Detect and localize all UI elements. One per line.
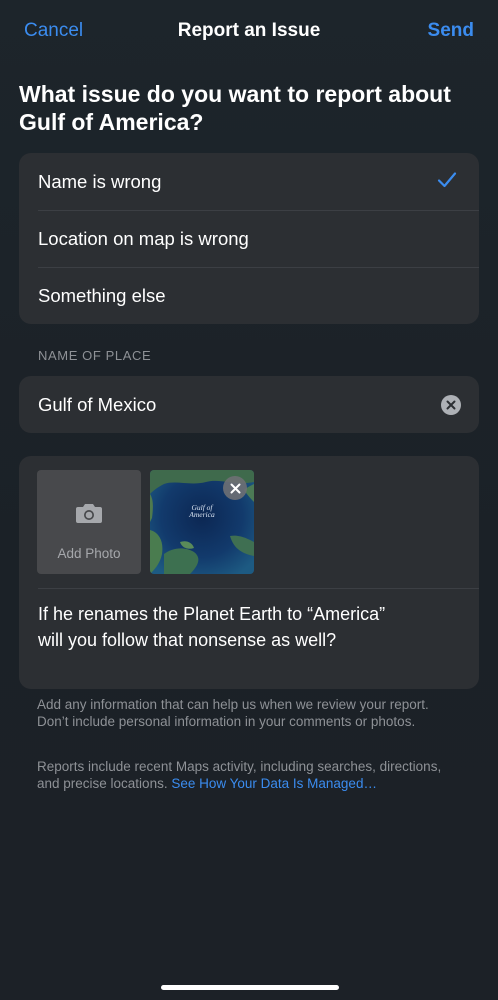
home-indicator[interactable] xyxy=(161,985,339,990)
page-title: Report an Issue xyxy=(177,20,321,41)
name-of-place-field xyxy=(19,376,479,433)
option-location-wrong[interactable]: Location on map is wrong xyxy=(19,210,479,267)
comment-textarea[interactable]: If he renames the Planet Earth to “Ameri… xyxy=(38,601,463,653)
clear-text-button[interactable] xyxy=(441,395,461,415)
comment-line-1: If he renames the Planet Earth to “Ameri… xyxy=(38,604,386,624)
clear-icon xyxy=(446,400,456,410)
privacy-footnote: Reports include recent Maps activity, in… xyxy=(37,758,457,792)
option-label: Something else xyxy=(38,284,166,306)
question-line-1: What issue do you want to report about xyxy=(19,81,451,107)
add-photo-label: Add Photo xyxy=(57,546,121,561)
issue-question-heading: What issue do you want to report about G… xyxy=(19,80,484,136)
divider xyxy=(38,588,479,589)
camera-icon xyxy=(76,504,102,523)
photo-and-comment-card: Add Photo Gulf of America If he renames … xyxy=(19,456,479,689)
send-button[interactable]: Send xyxy=(428,20,474,42)
option-label: Name is wrong xyxy=(38,170,162,192)
name-of-place-header: NAME OF PLACE xyxy=(38,348,152,363)
checkmark-icon xyxy=(437,172,457,188)
map-caption-america: America xyxy=(188,510,215,519)
issue-options-list: Name is wrong Location on map is wrong S… xyxy=(19,153,479,324)
option-something-else[interactable]: Something else xyxy=(19,267,479,324)
option-name-is-wrong[interactable]: Name is wrong xyxy=(19,153,479,210)
navigation-bar: Cancel Report an Issue Send xyxy=(0,0,498,66)
info-footnote: Add any information that can help us whe… xyxy=(37,697,429,729)
data-management-link[interactable]: See How Your Data Is Managed… xyxy=(171,776,377,791)
place-name-input[interactable] xyxy=(19,392,420,417)
comment-line-2: will you follow that nonsense as well? xyxy=(38,630,337,650)
close-icon xyxy=(230,483,240,493)
question-line-2: Gulf of America? xyxy=(19,109,204,135)
option-label: Location on map is wrong xyxy=(38,227,249,249)
add-photo-button[interactable]: Add Photo xyxy=(37,470,141,574)
remove-photo-button[interactable] xyxy=(223,476,247,500)
